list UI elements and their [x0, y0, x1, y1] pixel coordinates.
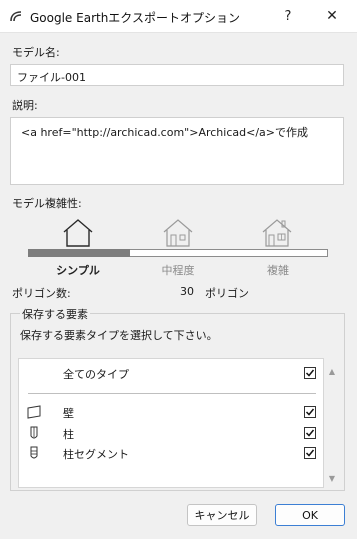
elements-instruction: 保存する要素タイプを選択して下さい。	[20, 329, 218, 342]
complexity-slider-fill	[28, 249, 130, 257]
complex-house-icon[interactable]	[260, 217, 294, 249]
all-types-label: 全てのタイプ	[63, 368, 129, 381]
wall-label: 壁	[63, 407, 74, 420]
close-button[interactable]: ✕	[310, 0, 354, 32]
polygon-count-label: ポリゴン数:	[12, 287, 71, 300]
cancel-button[interactable]: キャンセル	[187, 504, 257, 526]
complexity-label: モデル複雑性:	[12, 197, 82, 210]
scroll-down-icon[interactable]: ▼	[324, 474, 340, 483]
medium-house-icon[interactable]	[161, 217, 195, 249]
window-title: Google Earthエクスポートオプション	[30, 11, 240, 25]
column-segment-checkbox[interactable]	[304, 447, 316, 459]
all-types-checkbox[interactable]	[304, 367, 316, 379]
model-name-label: モデル名:	[12, 46, 60, 59]
list-scrollbar[interactable]	[324, 358, 340, 488]
scroll-up-icon[interactable]: ▲	[324, 367, 340, 376]
elements-group-title: 保存する要素	[20, 306, 90, 322]
wall-checkbox[interactable]	[304, 406, 316, 418]
list-divider	[28, 393, 316, 394]
level-simple[interactable]: シンプル	[38, 262, 118, 278]
polygon-count-value: 30	[180, 285, 194, 298]
wall-icon	[27, 405, 41, 419]
description-label: 説明:	[12, 99, 38, 112]
column-icon	[30, 426, 38, 439]
ok-button[interactable]: OK	[275, 504, 345, 526]
google-earth-icon	[10, 11, 22, 22]
column-checkbox[interactable]	[304, 427, 316, 439]
description-field[interactable]: <a href="http://archicad.com">Archicad</…	[10, 117, 344, 185]
column-label: 柱	[63, 428, 74, 441]
simple-house-icon[interactable]	[61, 217, 95, 249]
level-medium[interactable]: 中程度	[138, 262, 218, 278]
column-segment-label: 柱セグメント	[63, 448, 129, 461]
help-button[interactable]: ?	[266, 0, 310, 32]
polygon-unit: ポリゴン	[205, 287, 249, 300]
column-segment-icon	[30, 446, 38, 459]
level-complex[interactable]: 複雑	[238, 262, 318, 278]
model-name-field[interactable]: ファイル-001	[10, 64, 344, 86]
